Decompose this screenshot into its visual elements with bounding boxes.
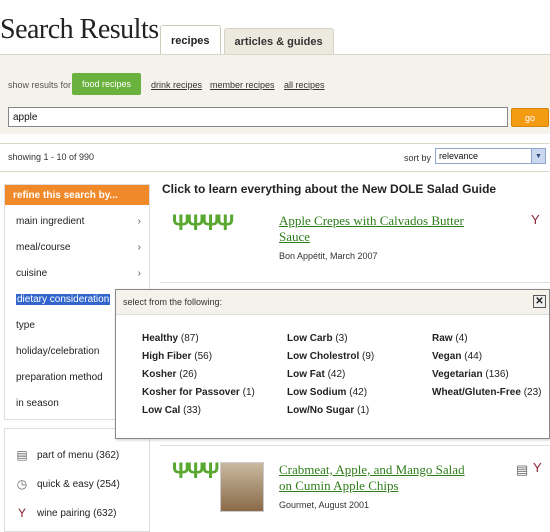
divider bbox=[0, 143, 550, 144]
tab-bar: recipes articles & guides bbox=[160, 25, 337, 55]
filter-all-recipes[interactable]: all recipes bbox=[284, 80, 325, 90]
sort-value: relevance bbox=[439, 151, 479, 161]
close-icon[interactable]: ✕ bbox=[533, 295, 546, 308]
result-source: Gourmet, August 2001 bbox=[279, 500, 370, 510]
extra-wine-pairing[interactable]: Y wine pairing (632) bbox=[15, 504, 117, 522]
filter-bar: show results for food recipes drink reci… bbox=[0, 54, 550, 134]
popup-header: select from the following: ✕ bbox=[116, 290, 549, 315]
page-title: Search Results bbox=[0, 14, 159, 45]
option-low-sodium[interactable]: Low Sodium (42) bbox=[287, 387, 367, 398]
refine-item-cuisine[interactable]: cuisine › bbox=[16, 268, 141, 279]
tab-articles-guides[interactable]: articles & guides bbox=[223, 28, 334, 55]
option-high-fiber[interactable]: High Fiber (56) bbox=[142, 351, 212, 362]
promo-link[interactable]: Click to learn everything about the New … bbox=[162, 182, 496, 196]
extra-part-of-menu[interactable]: ▤ part of menu (362) bbox=[15, 446, 119, 464]
popup-title: select from the following: bbox=[123, 297, 223, 307]
chevron-right-icon: › bbox=[137, 268, 141, 279]
result-title[interactable]: Apple Crepes with Calvados Butter Sauce bbox=[279, 213, 464, 245]
sort-select[interactable]: relevance ▼ bbox=[435, 148, 546, 164]
show-results-label: show results for bbox=[8, 80, 72, 90]
option-low-cholestrol[interactable]: Low Cholestrol (9) bbox=[287, 351, 374, 362]
chevron-right-icon: › bbox=[137, 216, 141, 227]
option-low-fat[interactable]: Low Fat (42) bbox=[287, 369, 345, 380]
option-low-cal[interactable]: Low Cal (33) bbox=[142, 405, 201, 416]
dietary-popup: select from the following: ✕ Healthy (87… bbox=[115, 289, 550, 439]
sort-label: sort by bbox=[404, 153, 432, 163]
option-wheat-gluten-free[interactable]: Wheat/Gluten-Free (23) bbox=[432, 387, 541, 398]
result-source: Bon Appétit, March 2007 bbox=[279, 251, 378, 261]
menu-icon: ▤ bbox=[16, 448, 28, 462]
filter-food-recipes[interactable]: food recipes bbox=[72, 73, 142, 95]
option-kosher[interactable]: Kosher (26) bbox=[142, 369, 197, 380]
extra-quick-easy[interactable]: ◷ quick & easy (254) bbox=[15, 475, 120, 493]
forks-rating-icon: ΨΨΨ bbox=[172, 458, 219, 483]
divider bbox=[160, 445, 550, 446]
option-vegan[interactable]: Vegan (44) bbox=[432, 351, 482, 362]
menu-icon: ▤ bbox=[516, 462, 529, 477]
refine-item-meal-course[interactable]: meal/course › bbox=[16, 242, 141, 253]
tab-recipes[interactable]: recipes bbox=[160, 25, 221, 55]
option-low-carb[interactable]: Low Carb (3) bbox=[287, 333, 348, 344]
clock-icon: ◷ bbox=[16, 477, 28, 491]
option-vegetarian[interactable]: Vegetarian (136) bbox=[432, 369, 509, 380]
option-low-no-sugar[interactable]: Low/No Sugar (1) bbox=[287, 405, 369, 416]
divider bbox=[0, 171, 550, 172]
filter-drink-recipes[interactable]: drink recipes bbox=[151, 80, 202, 90]
go-button[interactable]: go bbox=[511, 108, 549, 127]
option-kosher-for-passover[interactable]: Kosher for Passover (1) bbox=[142, 387, 255, 398]
recipe-thumbnail[interactable] bbox=[220, 462, 264, 512]
search-input[interactable]: apple bbox=[8, 107, 508, 127]
chevron-down-icon[interactable]: ▼ bbox=[531, 149, 545, 163]
divider bbox=[160, 282, 550, 283]
option-healthy[interactable]: Healthy (87) bbox=[142, 333, 199, 344]
chevron-right-icon: › bbox=[137, 242, 141, 253]
result-title[interactable]: Crabmeat, Apple, and Mango Salad on Cumi… bbox=[279, 462, 465, 494]
wine-glass-icon: Y bbox=[533, 460, 542, 475]
wine-glass-icon: Y bbox=[17, 506, 26, 520]
refine-header: refine this search by... bbox=[5, 185, 149, 205]
results-count: showing 1 - 10 of 990 bbox=[8, 152, 95, 162]
wine-glass-icon: Y bbox=[531, 212, 540, 227]
filter-member-recipes[interactable]: member recipes bbox=[210, 80, 275, 90]
forks-rating-icon: ΨΨΨΨ bbox=[172, 210, 234, 235]
option-raw[interactable]: Raw (4) bbox=[432, 333, 468, 344]
refine-item-main-ingredient[interactable]: main ingredient › bbox=[16, 216, 141, 227]
extras-panel: ▤ part of menu (362) ◷ quick & easy (254… bbox=[4, 428, 150, 532]
